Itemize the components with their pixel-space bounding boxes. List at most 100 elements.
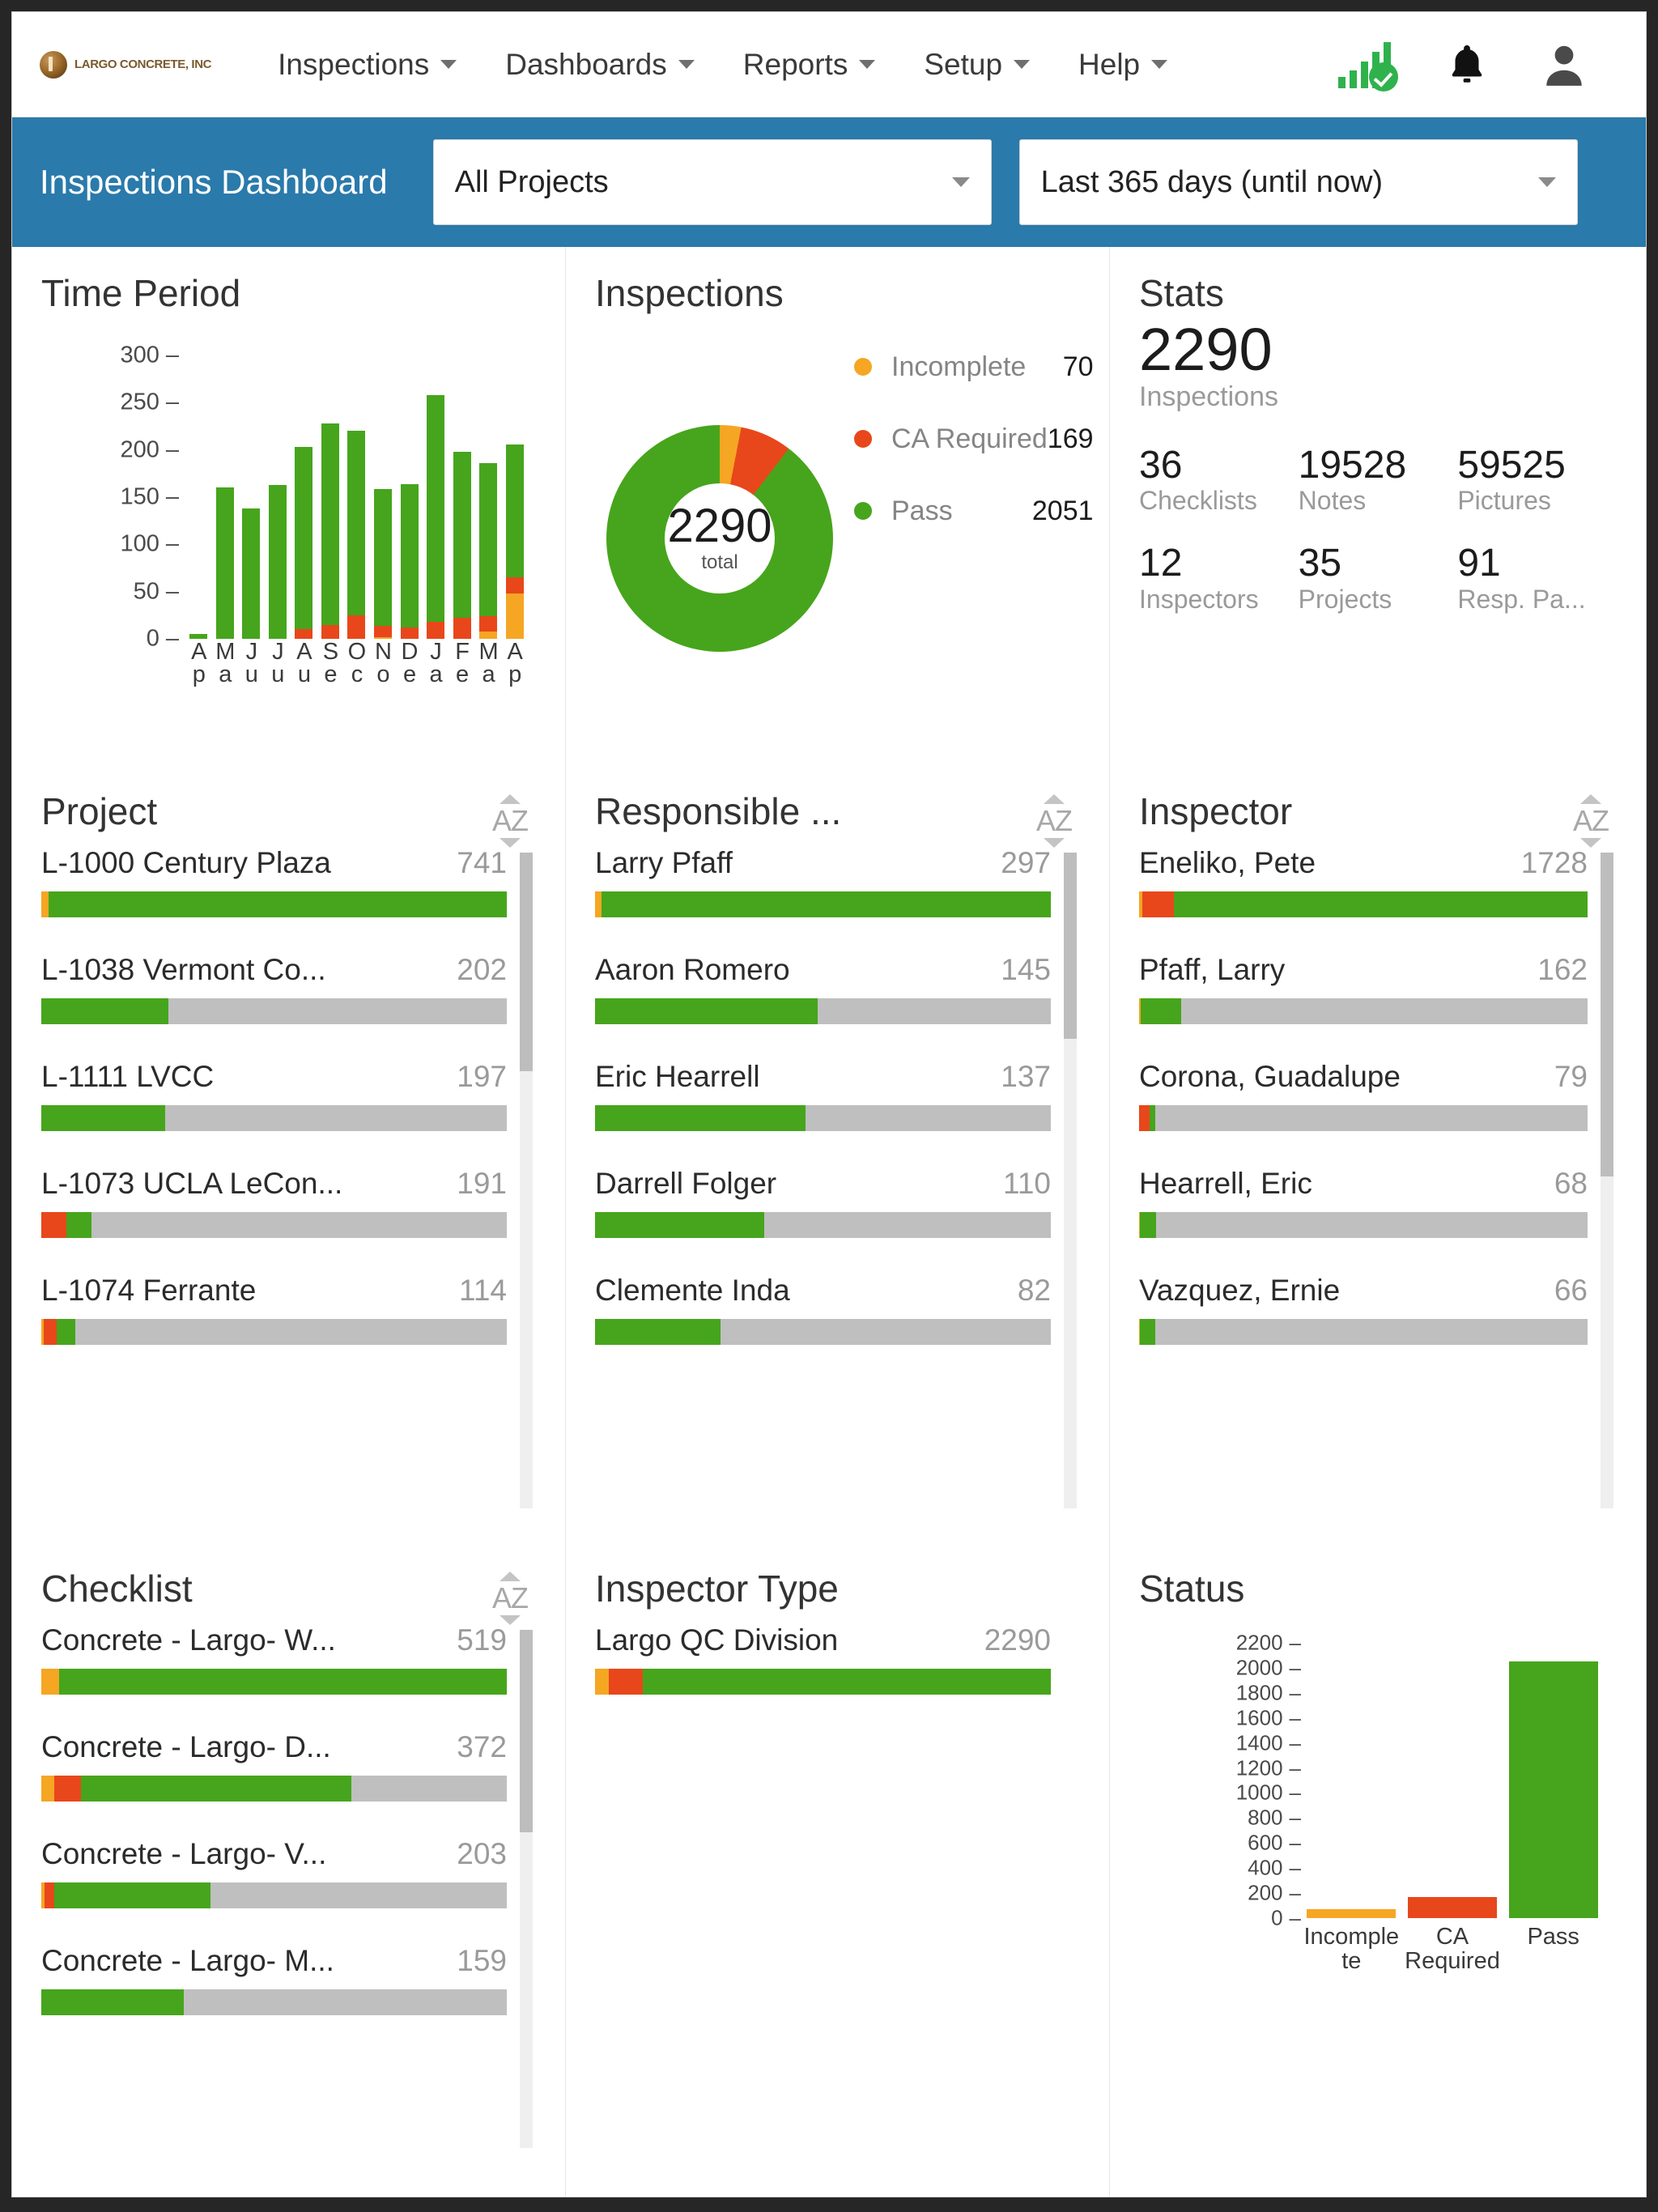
y-axis-tick: 1800– (1235, 1680, 1301, 1705)
company-logo[interactable]: LARGO CONCRETE, INC (40, 50, 211, 79)
y-axis-tick: 2200– (1235, 1630, 1301, 1655)
legend-item[interactable]: Pass 2051 (854, 496, 1094, 527)
list-item[interactable]: L-1000 Century Plaza 741 (41, 846, 507, 917)
chevron-down-icon (678, 60, 695, 69)
stat-label: Checklists (1139, 486, 1257, 516)
list-scrollbar[interactable] (520, 853, 533, 1508)
date-range-filter-value: Last 365 days (until now) (1040, 164, 1384, 199)
legend-value: 2051 (1031, 495, 1094, 526)
list-item-progress-fill (41, 891, 507, 917)
stat-metric: 59525 Pictures (1457, 445, 1617, 516)
scrollbar-thumb[interactable] (1601, 853, 1613, 1176)
list-item[interactable]: L-1111 LVCC 197 (41, 1060, 507, 1131)
list-item[interactable]: L-1038 Vermont Co... 202 (41, 953, 507, 1024)
sort-az-icon[interactable]: AZ (487, 794, 533, 848)
list-item[interactable]: Concrete - Largo- W... 519 (41, 1623, 507, 1695)
list-item[interactable]: Larry Pfaff 297 (595, 846, 1051, 917)
time-period-bar[interactable] (317, 355, 344, 639)
list-scrollbar[interactable] (1064, 853, 1077, 1508)
time-period-bar[interactable] (238, 355, 265, 639)
panel-title-inspections: Inspections (595, 272, 784, 314)
x-axis-tick-label: CA Required (1405, 1924, 1500, 1975)
list-item[interactable]: Hearrell, Eric 68 (1139, 1167, 1588, 1238)
x-axis-tick-label: No (375, 639, 392, 688)
list-item[interactable]: Concrete - Largo- V... 203 (41, 1837, 507, 1908)
status-bar[interactable] (1503, 1643, 1604, 1918)
time-period-bar[interactable] (343, 355, 370, 639)
list-item[interactable]: Clemente Inda 82 (595, 1274, 1051, 1345)
list-item-header: Clemente Inda 82 (595, 1274, 1051, 1308)
date-range-filter-select[interactable]: Last 365 days (until now) (1018, 139, 1578, 225)
time-period-bar[interactable] (423, 355, 449, 639)
list-item[interactable]: L-1073 UCLA LeCon... 191 (41, 1167, 507, 1238)
list-item-header: L-1038 Vermont Co... 202 (41, 953, 507, 987)
chevron-down-icon (440, 60, 457, 69)
nav-item-setup[interactable]: Setup (899, 48, 1054, 82)
list-item-label: Concrete - Largo- M... (41, 1944, 334, 1977)
legend-item[interactable]: CA Required 169 (854, 423, 1094, 455)
list-item-header: Vazquez, Ernie 66 (1139, 1274, 1588, 1308)
bell-icon[interactable] (1443, 40, 1490, 90)
time-period-bar[interactable] (370, 355, 397, 639)
list-item[interactable]: Concrete - Largo- D... 372 (41, 1730, 507, 1802)
stat-value: 59525 (1457, 444, 1566, 487)
list-item[interactable]: Vazquez, Ernie 66 (1139, 1274, 1588, 1345)
list-item[interactable]: Aaron Romero 145 (595, 953, 1051, 1024)
time-period-bar[interactable] (185, 355, 212, 639)
bar-segment-pass (242, 508, 261, 639)
time-period-bar[interactable] (475, 355, 502, 639)
scrollbar-thumb[interactable] (520, 853, 533, 1071)
list-item-header: L-1073 UCLA LeCon... 191 (41, 1167, 507, 1201)
list-item-progress-fill (1139, 891, 1588, 917)
list-item[interactable]: Eneliko, Pete 1728 (1139, 846, 1588, 917)
panel-title-status: Status (1139, 1568, 1245, 1610)
nav-item-dashboards[interactable]: Dashboards (481, 48, 719, 82)
time-period-bar[interactable] (449, 355, 475, 639)
nav-item-reports[interactable]: Reports (719, 48, 900, 82)
list-item-value: 145 (1001, 953, 1051, 986)
user-avatar-icon[interactable] (1539, 40, 1589, 90)
signal-check-icon[interactable] (1338, 41, 1398, 91)
list-item[interactable]: Largo QC Division 2290 (595, 1623, 1051, 1695)
list-scrollbar[interactable] (520, 1630, 533, 2148)
y-axis-tick: 150– (120, 483, 179, 510)
list-item[interactable]: Concrete - Largo- M... 159 (41, 1944, 507, 2015)
list-item-progress-track (1139, 1105, 1588, 1131)
sort-az-icon[interactable]: AZ (1031, 794, 1077, 848)
list-scrollbar[interactable] (1601, 853, 1613, 1508)
project-filter-select[interactable]: All Projects (432, 139, 992, 225)
donut-legend: Incomplete 70 CA Required 169 Pass 2051 (854, 351, 1094, 568)
list-item[interactable]: L-1074 Ferrante 114 (41, 1274, 507, 1345)
list-item[interactable]: Darrell Folger 110 (595, 1167, 1051, 1238)
bar-segment-pass (295, 447, 313, 630)
bar-segment-pass (41, 1105, 165, 1131)
bar-incomplete (1307, 1909, 1397, 1918)
status-bar[interactable] (1301, 1643, 1402, 1918)
bar-segment-pass (59, 1669, 507, 1695)
time-period-bar[interactable] (396, 355, 423, 639)
time-period-bar[interactable] (291, 355, 317, 639)
time-period-bar[interactable] (265, 355, 291, 639)
y-axis-tick: 1200– (1235, 1755, 1301, 1780)
list-item-progress-track (41, 1882, 507, 1908)
sort-az-icon[interactable]: AZ (487, 1572, 533, 1625)
list-item-progress-fill (41, 1105, 165, 1131)
status-bar[interactable] (1402, 1643, 1503, 1918)
list-item[interactable]: Eric Hearrell 137 (595, 1060, 1051, 1131)
legend-item[interactable]: Incomplete 70 (854, 351, 1094, 383)
list-item-value: 297 (1001, 846, 1051, 879)
panel-title-stats: Stats (1139, 272, 1224, 314)
stat-label: Pictures (1457, 486, 1551, 516)
nav-item-help[interactable]: Help (1054, 48, 1192, 82)
list-item[interactable]: Pfaff, Larry 162 (1139, 953, 1588, 1024)
list-item-progress-track (595, 1105, 1051, 1131)
scrollbar-thumb[interactable] (520, 1630, 533, 1832)
time-period-bar[interactable] (501, 355, 528, 639)
stat-metric: 12 Inspectors (1139, 542, 1299, 614)
list-item[interactable]: Corona, Guadalupe 79 (1139, 1060, 1588, 1131)
status-bar-chart: 2200–2000–1800–1600–1400–1200–1000–800–6… (1139, 1631, 1617, 2023)
scrollbar-thumb[interactable] (1064, 853, 1077, 1039)
sort-az-icon[interactable]: AZ (1568, 794, 1613, 848)
nav-item-inspections[interactable]: Inspections (253, 48, 481, 82)
time-period-bar[interactable] (212, 355, 239, 639)
